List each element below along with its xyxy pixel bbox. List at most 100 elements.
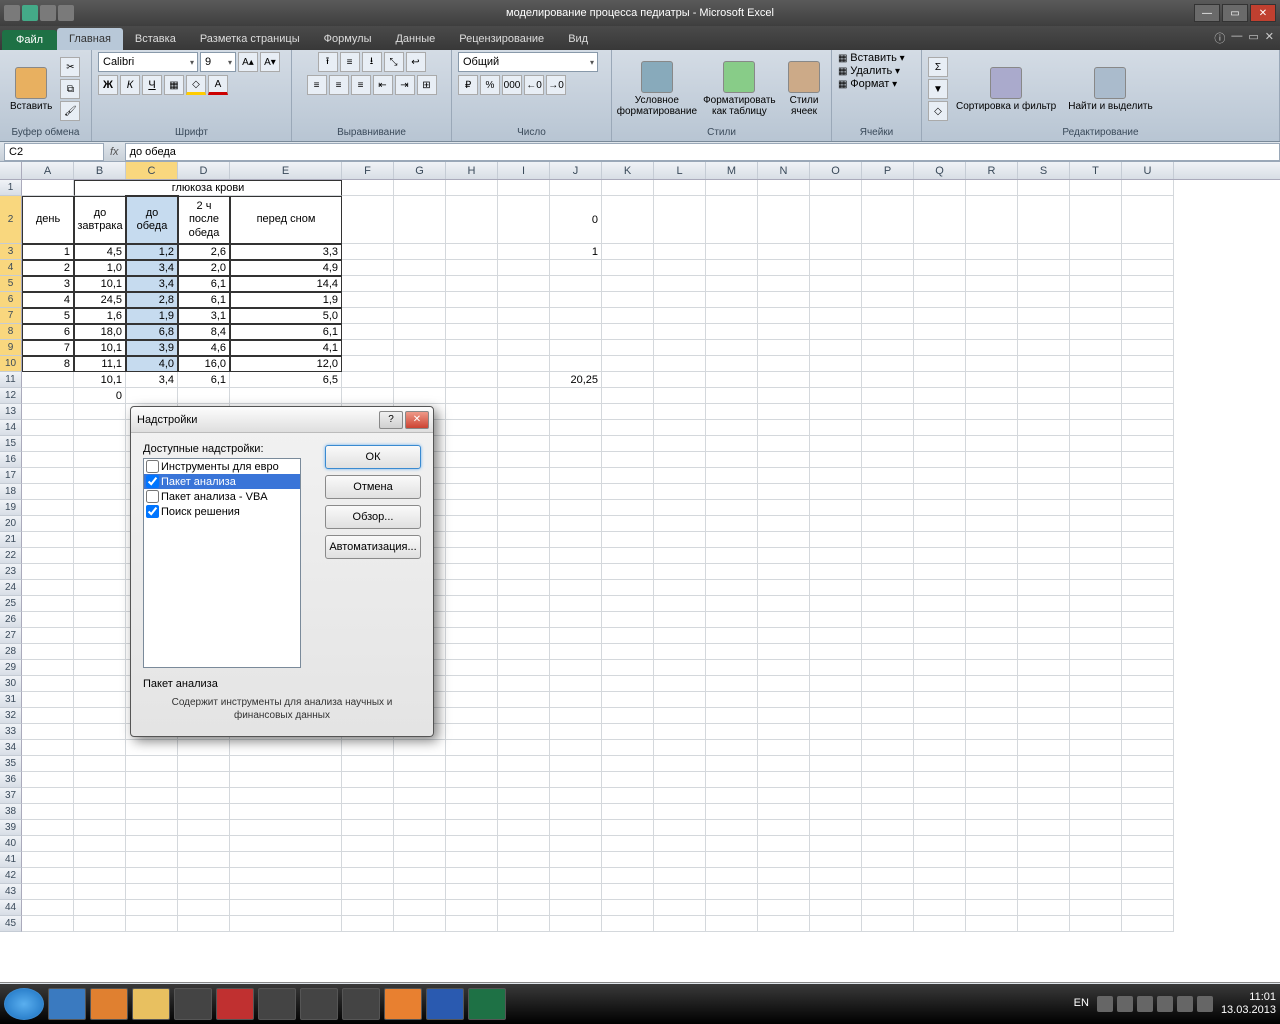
col-header[interactable]: B xyxy=(74,162,126,179)
insert-cells[interactable]: ▦ Вставить ▾ xyxy=(838,52,905,64)
cell[interactable] xyxy=(342,868,394,884)
cell[interactable] xyxy=(342,740,394,756)
cell[interactable] xyxy=(550,596,602,612)
cell[interactable] xyxy=(1018,436,1070,452)
cell[interactable] xyxy=(862,676,914,692)
col-header[interactable]: M xyxy=(706,162,758,179)
cell[interactable] xyxy=(394,820,446,836)
cell[interactable] xyxy=(758,340,810,356)
cell[interactable] xyxy=(498,484,550,500)
cell[interactable] xyxy=(966,612,1018,628)
cell[interactable] xyxy=(550,740,602,756)
cell[interactable] xyxy=(446,612,498,628)
tray-icon[interactable] xyxy=(1197,996,1213,1012)
cell[interactable] xyxy=(966,276,1018,292)
cell[interactable] xyxy=(446,708,498,724)
cell[interactable] xyxy=(230,900,342,916)
cell[interactable] xyxy=(1070,740,1122,756)
cell[interactable] xyxy=(1070,452,1122,468)
numfmt-combo[interactable]: Общий xyxy=(458,52,598,72)
cell[interactable] xyxy=(1018,276,1070,292)
cell[interactable] xyxy=(446,324,498,340)
cell[interactable] xyxy=(914,676,966,692)
cell[interactable] xyxy=(342,356,394,372)
cell[interactable] xyxy=(758,756,810,772)
cell[interactable] xyxy=(74,404,126,420)
cell[interactable] xyxy=(1122,724,1174,740)
cell[interactable] xyxy=(1122,740,1174,756)
cell[interactable] xyxy=(550,836,602,852)
cell[interactable] xyxy=(810,660,862,676)
cell[interactable] xyxy=(810,820,862,836)
cell[interactable] xyxy=(446,740,498,756)
cell[interactable] xyxy=(914,708,966,724)
row-header[interactable]: 26 xyxy=(0,612,22,628)
cell[interactable] xyxy=(178,772,230,788)
cell[interactable] xyxy=(550,660,602,676)
cell[interactable] xyxy=(446,564,498,580)
cell[interactable] xyxy=(862,276,914,292)
cell[interactable] xyxy=(1070,500,1122,516)
cell[interactable] xyxy=(758,628,810,644)
cell[interactable]: 3,4 xyxy=(126,372,178,388)
row-header[interactable]: 43 xyxy=(0,884,22,900)
cell[interactable] xyxy=(966,836,1018,852)
cell[interactable]: 6 xyxy=(22,324,74,340)
cell[interactable] xyxy=(914,260,966,276)
cell[interactable] xyxy=(498,468,550,484)
cell[interactable] xyxy=(446,292,498,308)
cell[interactable] xyxy=(706,628,758,644)
cell[interactable] xyxy=(550,628,602,644)
cell[interactable] xyxy=(654,724,706,740)
cell[interactable] xyxy=(1070,436,1122,452)
cell[interactable] xyxy=(498,596,550,612)
cell[interactable] xyxy=(446,900,498,916)
col-header[interactable]: L xyxy=(654,162,706,179)
cell[interactable] xyxy=(1122,388,1174,404)
cell[interactable] xyxy=(446,532,498,548)
cell[interactable] xyxy=(74,836,126,852)
align-middle-icon[interactable]: ≡ xyxy=(340,52,360,72)
cell[interactable] xyxy=(74,708,126,724)
cell[interactable] xyxy=(230,820,342,836)
cell[interactable] xyxy=(862,324,914,340)
cell[interactable] xyxy=(914,356,966,372)
cut-icon[interactable]: ✂ xyxy=(60,57,80,77)
cell[interactable] xyxy=(758,660,810,676)
cell[interactable] xyxy=(74,452,126,468)
cell[interactable] xyxy=(602,852,654,868)
cell[interactable] xyxy=(550,772,602,788)
cell[interactable] xyxy=(914,452,966,468)
cell[interactable] xyxy=(1122,708,1174,724)
row-header[interactable]: 28 xyxy=(0,644,22,660)
cell[interactable] xyxy=(342,340,394,356)
cell[interactable] xyxy=(1070,468,1122,484)
row-header[interactable]: 5 xyxy=(0,276,22,292)
taskbar-word-icon[interactable] xyxy=(426,988,464,1020)
cell[interactable] xyxy=(706,180,758,196)
cell[interactable] xyxy=(914,388,966,404)
cell[interactable] xyxy=(862,500,914,516)
cell[interactable] xyxy=(758,276,810,292)
cell[interactable] xyxy=(654,756,706,772)
cell[interactable] xyxy=(1122,276,1174,292)
cell[interactable] xyxy=(914,516,966,532)
cell[interactable] xyxy=(862,420,914,436)
cell[interactable] xyxy=(446,372,498,388)
cell[interactable] xyxy=(1070,852,1122,868)
bold-button[interactable]: Ж xyxy=(98,75,118,95)
cell[interactable] xyxy=(22,484,74,500)
cell[interactable] xyxy=(758,820,810,836)
cell[interactable] xyxy=(654,612,706,628)
cell[interactable] xyxy=(966,340,1018,356)
cell[interactable] xyxy=(966,596,1018,612)
cell[interactable] xyxy=(706,740,758,756)
cell[interactable] xyxy=(966,564,1018,580)
cell[interactable] xyxy=(966,724,1018,740)
cell[interactable] xyxy=(394,804,446,820)
cell[interactable] xyxy=(1018,532,1070,548)
ribbon-min-icon[interactable]: — xyxy=(1231,30,1242,46)
cell[interactable] xyxy=(1018,324,1070,340)
cell[interactable] xyxy=(654,740,706,756)
row-header[interactable]: 30 xyxy=(0,676,22,692)
